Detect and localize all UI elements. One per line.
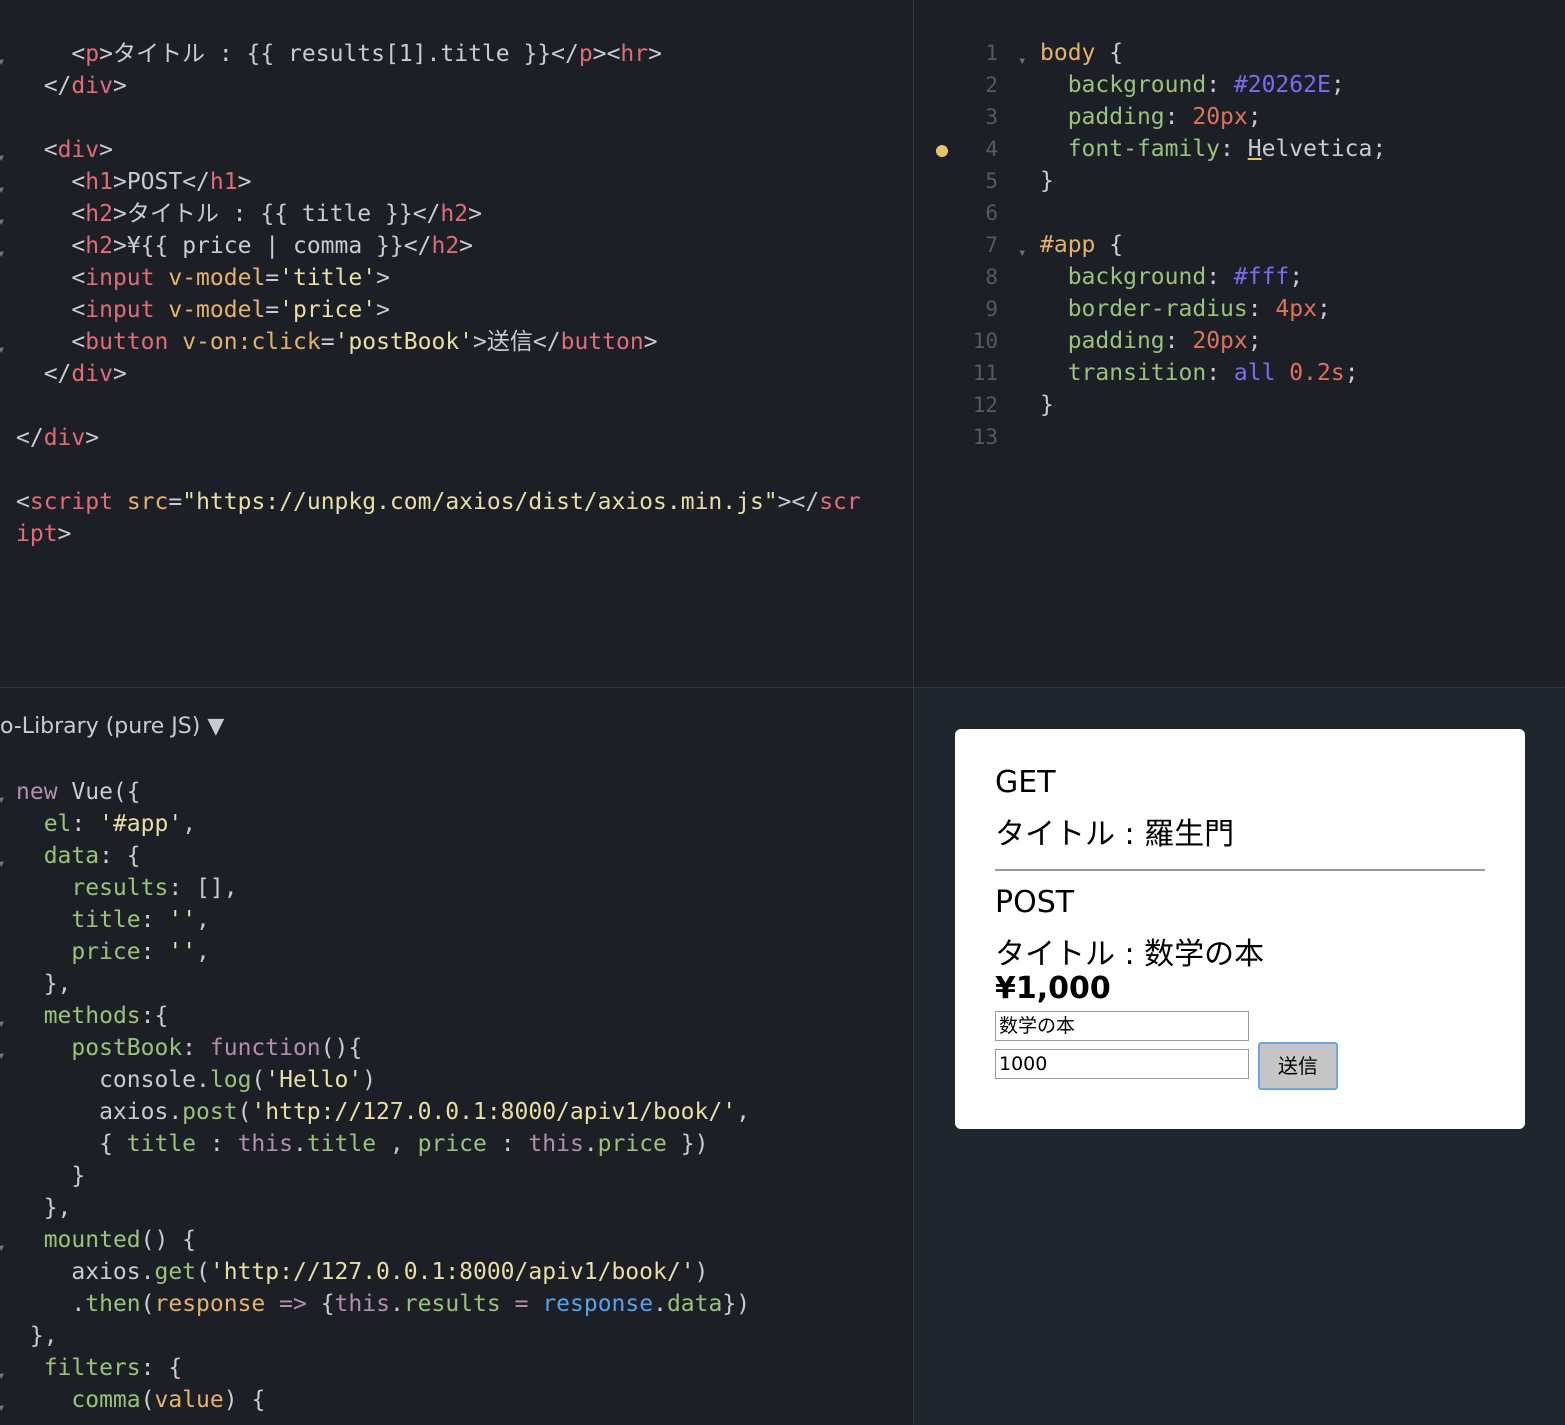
post-price: ¥1,000 bbox=[995, 971, 1111, 1006]
fold-arrow-icon[interactable]: ▾ bbox=[1018, 45, 1026, 77]
code-line[interactable]: } bbox=[1040, 165, 1054, 197]
fold-arrow-icon[interactable]: ▾ bbox=[0, 334, 5, 366]
fold-arrow-icon[interactable]: ▾ bbox=[0, 142, 5, 174]
fold-arrow-icon[interactable]: ▾ bbox=[0, 1360, 5, 1392]
code-line[interactable]: filters: { bbox=[16, 1352, 182, 1384]
fold-arrow-icon[interactable]: ▾ bbox=[0, 46, 5, 78]
code-line[interactable]: price: '', bbox=[16, 936, 210, 968]
fold-arrow-icon[interactable]: ▾ bbox=[0, 848, 5, 880]
code-line[interactable]: console.log('Hello') bbox=[16, 1064, 376, 1096]
line-number: 2 bbox=[985, 73, 998, 97]
title-input[interactable]: 数学の本 bbox=[995, 1011, 1249, 1041]
line-number: 13 bbox=[972, 425, 998, 449]
code-line[interactable]: { title : this.title , price : this.pric… bbox=[16, 1128, 708, 1160]
code-line[interactable]: #app { bbox=[1040, 229, 1123, 261]
code-line[interactable]: }, bbox=[16, 1320, 58, 1352]
fold-arrow-icon[interactable]: ▾ bbox=[0, 1232, 5, 1264]
code-line[interactable]: transition: all 0.2s; bbox=[1040, 357, 1359, 389]
line-number: 8 bbox=[985, 265, 998, 289]
line-number: 3 bbox=[985, 105, 998, 129]
code-line[interactable]: .then(response => {this.results = respon… bbox=[16, 1288, 750, 1320]
code-line[interactable]: <script src="https://unpkg.com/axios/dis… bbox=[16, 486, 861, 518]
code-line[interactable]: padding: 20px; bbox=[1040, 101, 1262, 133]
code-line[interactable]: font-family: Helvetica; bbox=[1040, 133, 1387, 165]
code-line[interactable]: <h2>¥{{ price | comma }}</h2> bbox=[16, 230, 473, 262]
line-number: 5 bbox=[985, 169, 998, 193]
code-line[interactable]: }, bbox=[16, 1192, 72, 1224]
line-number: 6 bbox=[985, 201, 998, 225]
price-input[interactable]: 1000 bbox=[995, 1049, 1249, 1079]
get-heading: GET bbox=[995, 765, 1056, 800]
code-line[interactable]: </div> bbox=[16, 422, 99, 454]
code-line[interactable]: </div> bbox=[16, 358, 127, 390]
code-line[interactable]: }, bbox=[16, 968, 72, 1000]
post-heading: POST bbox=[995, 885, 1075, 920]
fold-arrow-icon[interactable]: ▾ bbox=[0, 1392, 5, 1424]
code-line[interactable]: <div> bbox=[16, 134, 113, 166]
code-line[interactable]: ipt> bbox=[16, 518, 71, 550]
get-title: タイトル : 羅生門 bbox=[995, 817, 1235, 852]
code-line[interactable]: comma(value) { bbox=[16, 1384, 265, 1416]
app-card: GET タイトル : 羅生門 POST タイトル : 数学の本 ¥1,000 数… bbox=[955, 729, 1525, 1129]
fold-arrow-icon[interactable]: ▾ bbox=[0, 206, 5, 238]
line-number: 9 bbox=[985, 297, 998, 321]
code-line[interactable]: background: #fff; bbox=[1040, 261, 1303, 293]
code-line[interactable]: title: '', bbox=[16, 904, 210, 936]
code-line[interactable]: postBook: function(){ bbox=[16, 1032, 362, 1064]
code-line[interactable]: body { bbox=[1040, 37, 1123, 69]
line-number: 7 bbox=[985, 233, 998, 257]
fold-arrow-icon[interactable]: ▾ bbox=[0, 784, 5, 816]
code-line[interactable]: <h2>タイトル : {{ title }}</h2> bbox=[16, 198, 482, 230]
fold-arrow-icon[interactable]: ▾ bbox=[0, 1008, 5, 1040]
html-editor-pane[interactable]: ▾ <p>タイトル : {{ results[1].title }}</p><h… bbox=[0, 0, 913, 687]
code-line[interactable]: background: #20262E; bbox=[1040, 69, 1345, 101]
code-line[interactable]: <input v-model='title'> bbox=[16, 262, 390, 294]
code-line[interactable]: border-radius: 4px; bbox=[1040, 293, 1331, 325]
warning-dot-icon bbox=[936, 145, 948, 157]
line-number: 10 bbox=[972, 329, 998, 353]
code-line[interactable]: data: { bbox=[16, 840, 141, 872]
code-line[interactable]: axios.get('http://127.0.0.1:8000/apiv1/b… bbox=[16, 1256, 708, 1288]
code-line[interactable]: axios.post('http://127.0.0.1:8000/apiv1/… bbox=[16, 1096, 750, 1128]
code-line[interactable]: </div> bbox=[16, 70, 127, 102]
line-number: 11 bbox=[972, 361, 998, 385]
divider bbox=[995, 869, 1485, 871]
code-line[interactable]: <button v-on:click='postBook'>送信</button… bbox=[16, 326, 657, 358]
fold-arrow-icon[interactable]: ▾ bbox=[0, 174, 5, 206]
send-button[interactable]: 送信 bbox=[1258, 1042, 1338, 1090]
fold-arrow-icon[interactable]: ▾ bbox=[0, 238, 5, 270]
code-line[interactable]: <input v-model='price'> bbox=[16, 294, 390, 326]
code-line[interactable]: padding: 20px; bbox=[1040, 325, 1262, 357]
line-number: 1 bbox=[985, 41, 998, 65]
fold-arrow-icon[interactable]: ▾ bbox=[0, 1040, 5, 1072]
fold-arrow-icon[interactable]: ▾ bbox=[1018, 237, 1026, 269]
line-number: 4 bbox=[985, 137, 998, 161]
code-line[interactable]: <p>タイトル : {{ results[1].title }}</p><hr> bbox=[16, 38, 662, 70]
css-editor-pane[interactable]: 1 ▾ body { 2 background: #20262E; 3 padding:… bbox=[914, 0, 1565, 687]
code-line[interactable]: } bbox=[1040, 389, 1054, 421]
code-line[interactable]: results: [], bbox=[16, 872, 237, 904]
code-line[interactable]: el: '#app', bbox=[16, 808, 196, 840]
js-editor-pane[interactable]: o-Library (pure JS) ▼ ▾ new Vue({ el: '#a… bbox=[0, 688, 913, 1425]
post-title: タイトル : 数学の本 bbox=[995, 937, 1265, 972]
code-line[interactable]: methods:{ bbox=[16, 1000, 169, 1032]
code-line[interactable]: mounted() { bbox=[16, 1224, 196, 1256]
result-pane: GET タイトル : 羅生門 POST タイトル : 数学の本 ¥1,000 数… bbox=[914, 688, 1565, 1425]
code-line[interactable]: <h1>POST</h1> bbox=[16, 166, 251, 198]
line-number: 12 bbox=[972, 393, 998, 417]
code-line[interactable]: new Vue({ bbox=[16, 776, 141, 808]
js-library-selector[interactable]: o-Library (pure JS) ▼ bbox=[0, 714, 224, 739]
code-line[interactable]: } bbox=[16, 1160, 85, 1192]
